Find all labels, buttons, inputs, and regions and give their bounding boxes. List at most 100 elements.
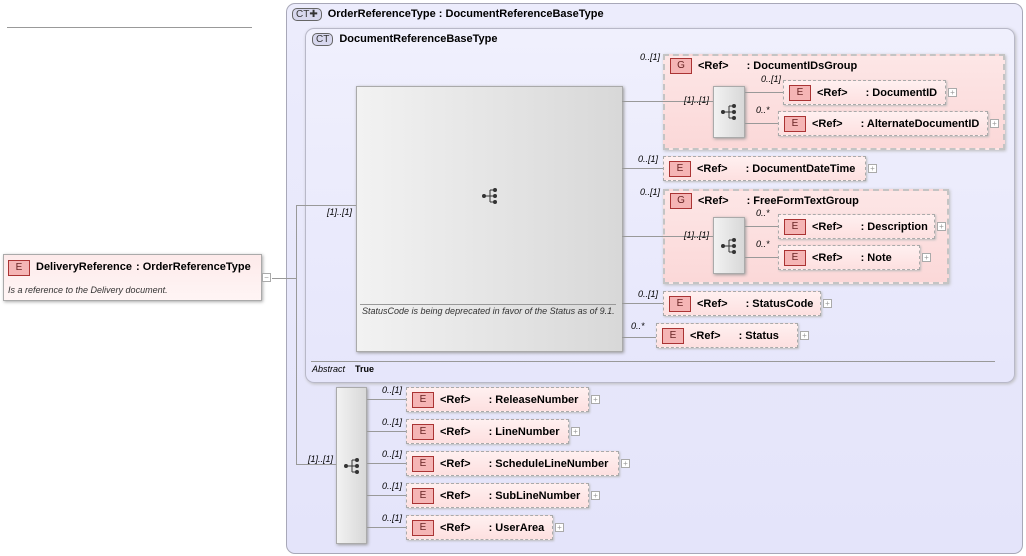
expand-icon[interactable]: + — [591, 395, 600, 404]
complex-type-header: CT DocumentReferenceBaseType — [312, 33, 497, 46]
element-name: DeliveryReference — [36, 261, 133, 273]
complex-type-badge: CT✚ — [292, 8, 322, 21]
root-element-doc: Is a reference to the Delivery document. — [8, 285, 168, 295]
group-sequence-compositor[interactable] — [713, 217, 745, 274]
expand-icon[interactable]: + — [621, 459, 630, 468]
element-badge: E — [669, 160, 691, 177]
connector-line — [745, 92, 783, 93]
cardinality-label: 0..[1] — [640, 52, 661, 62]
element-badge: E — [669, 295, 691, 312]
cardinality-label: 0..* — [756, 208, 770, 218]
connector-line — [367, 431, 406, 432]
element-name: : DocumentDateTime — [745, 162, 856, 175]
sequence-compositor-icon — [343, 457, 359, 474]
element-name: : FreeFormTextGroup — [746, 195, 859, 207]
cardinality-label: 0..[1] — [382, 513, 403, 523]
ref-label: <Ref> — [440, 457, 471, 470]
expand-icon[interactable]: + — [571, 427, 580, 436]
expand-icon[interactable]: + — [868, 164, 877, 173]
ref-label: <Ref> — [698, 60, 729, 72]
element-badge: E — [412, 455, 434, 472]
element-badge: E — [784, 249, 806, 266]
expand-icon[interactable]: + — [948, 88, 957, 97]
element-name: : Description — [860, 220, 928, 233]
element-ref[interactable]: E <Ref> : DocumentID — [783, 80, 946, 105]
cardinality-label: 0..[1] — [382, 449, 403, 459]
expand-icon[interactable]: + — [555, 523, 564, 532]
group-badge: G — [670, 58, 692, 74]
element-badge: E — [412, 423, 434, 440]
ref-label: <Ref> — [440, 425, 471, 438]
group-header[interactable]: G <Ref> : DocumentIDsGroup — [665, 56, 997, 76]
connector-line — [745, 123, 778, 124]
element-ref[interactable]: E <Ref> : Description — [778, 214, 935, 239]
element-ref[interactable]: E <Ref>: ReleaseNumber — [406, 387, 589, 412]
element-ref[interactable]: E <Ref>: LineNumber — [406, 419, 569, 444]
root-element-header: E DeliveryReference: OrderReferenceType — [8, 260, 251, 276]
element-ref[interactable]: E <Ref> : ScheduleLineNumber — [406, 451, 619, 476]
group-badge: G — [670, 193, 692, 209]
group-sequence-compositor[interactable] — [713, 86, 745, 138]
expand-icon[interactable]: + — [937, 222, 946, 231]
element-ref[interactable]: E <Ref>: UserArea — [406, 515, 553, 540]
expand-icon[interactable]: + — [823, 299, 832, 308]
cardinality-label: 0..[1] — [761, 74, 782, 84]
element-type: : OrderReferenceType — [136, 261, 251, 273]
element-name: : SubLineNumber — [488, 489, 581, 502]
cardinality-label: 0..* — [756, 105, 770, 115]
cardinality-label: 0..* — [756, 239, 770, 249]
element-badge: E — [8, 260, 30, 276]
element-badge: E — [662, 327, 684, 344]
element-name: : StatusCode — [745, 297, 814, 310]
cardinality-label: [1]..[1] — [308, 454, 334, 464]
element-badge: E — [789, 84, 811, 101]
connector-line — [296, 205, 356, 206]
cardinality-label: 0..[1] — [638, 154, 659, 164]
cardinality-label: 0..[1] — [638, 289, 659, 299]
cardinality-label: [1]..[1] — [327, 207, 353, 217]
cardinality-label: 0..[1] — [382, 385, 403, 395]
element-ref[interactable]: E <Ref>: SubLineNumber — [406, 483, 589, 508]
cardinality-label: 0..[1] — [382, 417, 403, 427]
expand-icon[interactable]: + — [800, 331, 809, 340]
element-ref[interactable]: E <Ref> : Note — [778, 245, 920, 270]
element-name: : DocumentID — [865, 86, 938, 99]
ref-label: <Ref> — [812, 251, 843, 264]
sequence-compositor-icon — [482, 188, 497, 204]
connector-line — [622, 337, 656, 338]
ref-label: <Ref> — [812, 117, 843, 130]
element-name: : Note — [860, 251, 892, 264]
ref-label: <Ref> — [812, 220, 843, 233]
connector-line — [296, 205, 297, 465]
connector-line — [367, 527, 406, 528]
ref-label: <Ref> — [817, 86, 848, 99]
bottom-sequence-compositor[interactable] — [336, 387, 367, 544]
ref-label: <Ref> — [690, 329, 721, 342]
ref-label: <Ref> — [440, 393, 471, 406]
element-name: : UserArea — [488, 521, 545, 534]
element-name: : Status — [738, 329, 779, 342]
connector-line — [360, 304, 616, 305]
ref-label: <Ref> — [440, 489, 471, 502]
connector-line — [367, 495, 406, 496]
element-badge: E — [784, 218, 806, 235]
group-header[interactable]: G <Ref>: FreeFormTextGroup — [665, 191, 941, 211]
element-name: : DocumentIDsGroup — [746, 60, 858, 72]
expand-icon[interactable]: + — [591, 491, 600, 500]
element-ref[interactable]: E <Ref>: AlternateDocumentID — [778, 111, 988, 136]
root-element-delivery-reference[interactable]: E DeliveryReference: OrderReferenceType Is… — [3, 254, 262, 301]
element-badge: E — [412, 391, 434, 408]
connector-line — [745, 257, 778, 258]
abstract-label: Abstract — [312, 364, 346, 374]
connector-line — [296, 464, 336, 465]
element-ref[interactable]: E <Ref> : Status — [656, 323, 798, 348]
element-name: : ScheduleLineNumber — [488, 457, 609, 470]
connector-line — [7, 27, 252, 28]
ref-label: <Ref> — [697, 162, 728, 175]
element-ref[interactable]: E <Ref> : DocumentDateTime — [663, 156, 866, 181]
expand-icon[interactable]: + — [990, 119, 999, 128]
cardinality-label: 0..[1] — [382, 481, 403, 491]
collapse-icon[interactable]: − — [262, 273, 271, 282]
element-ref[interactable]: E <Ref>: StatusCode — [663, 291, 821, 316]
expand-icon[interactable]: + — [922, 253, 931, 262]
